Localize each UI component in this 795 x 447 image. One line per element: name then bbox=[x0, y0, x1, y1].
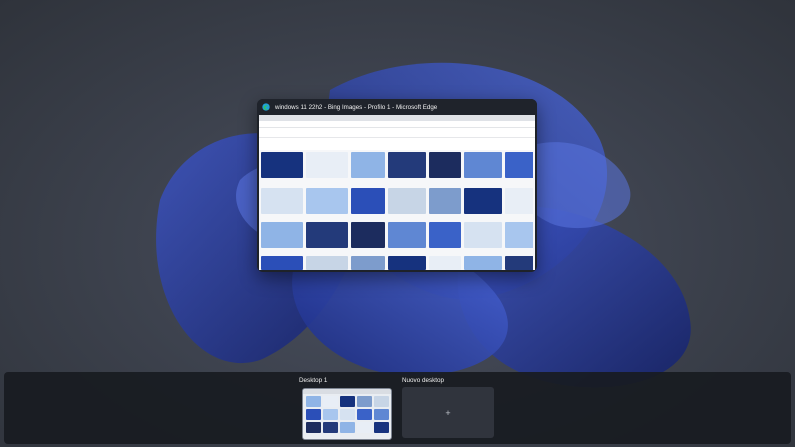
desktop-1-label: Desktop 1 bbox=[299, 377, 328, 384]
desktop-preview-thumbnail bbox=[323, 396, 338, 407]
desktop-preview-thumbnail bbox=[374, 422, 389, 433]
desktop-preview-thumbnail bbox=[357, 409, 372, 420]
desktop-preview-thumbnail bbox=[374, 396, 389, 407]
image-result-thumbnail bbox=[351, 152, 385, 178]
desktop-1-preview-content bbox=[306, 396, 389, 436]
image-result-thumbnail bbox=[261, 256, 303, 270]
image-result-thumbnail bbox=[388, 152, 426, 178]
window-title: windows 11 22h2 - Bing Images - Profilo … bbox=[275, 103, 438, 111]
desktop-preview-thumbnail bbox=[340, 396, 355, 407]
image-result-thumbnail bbox=[464, 222, 502, 248]
image-result-thumbnail bbox=[505, 222, 533, 248]
image-result-thumbnail bbox=[429, 188, 461, 214]
image-result-thumbnail bbox=[261, 188, 303, 214]
image-result-thumbnail bbox=[505, 152, 533, 178]
new-desktop-button[interactable]: + bbox=[402, 387, 494, 438]
window-titlebar: windows 11 22h2 - Bing Images - Profilo … bbox=[257, 99, 537, 115]
image-result-thumbnail bbox=[306, 256, 348, 270]
image-result-thumbnail bbox=[429, 256, 461, 270]
desktop-preview-thumbnail bbox=[306, 422, 321, 433]
browser-content-preview bbox=[259, 115, 535, 270]
image-result-thumbnail bbox=[464, 152, 502, 178]
image-results-grid bbox=[261, 152, 533, 270]
image-result-thumbnail bbox=[306, 152, 348, 178]
desktop-preview-thumbnail bbox=[357, 396, 372, 407]
image-result-thumbnail bbox=[261, 152, 303, 178]
task-view-desktops-panel bbox=[4, 372, 791, 444]
image-result-thumbnail bbox=[306, 222, 348, 248]
plus-icon: + bbox=[445, 407, 451, 418]
image-result-thumbnail bbox=[351, 256, 385, 270]
image-result-thumbnail bbox=[388, 222, 426, 248]
desktop-preview-thumbnail bbox=[306, 396, 321, 407]
browser-address-bar bbox=[259, 121, 535, 128]
bing-search-bar bbox=[259, 128, 535, 138]
desktop-1-preview-header bbox=[303, 389, 391, 394]
image-result-thumbnail bbox=[429, 152, 461, 178]
image-result-thumbnail bbox=[388, 188, 426, 214]
desktop-preview-thumbnail bbox=[323, 409, 338, 420]
new-desktop-label: Nuovo desktop bbox=[402, 377, 445, 384]
image-result-thumbnail bbox=[429, 222, 461, 248]
desktop-preview-thumbnail bbox=[306, 409, 321, 420]
desktop-1-thumbnail[interactable] bbox=[302, 388, 392, 440]
image-result-thumbnail bbox=[388, 256, 426, 270]
image-result-thumbnail bbox=[464, 256, 502, 270]
image-result-thumbnail bbox=[261, 222, 303, 248]
desktop-preview-thumbnail bbox=[340, 422, 355, 433]
desktop-preview-thumbnail bbox=[340, 409, 355, 420]
desktop-preview-thumbnail bbox=[323, 422, 338, 433]
image-result-thumbnail bbox=[351, 188, 385, 214]
desktop-preview-thumbnail bbox=[357, 422, 372, 433]
image-result-thumbnail bbox=[505, 256, 533, 270]
image-result-thumbnail bbox=[505, 188, 533, 214]
image-result-thumbnail bbox=[464, 188, 502, 214]
image-result-thumbnail bbox=[351, 222, 385, 248]
desktop-preview-thumbnail bbox=[374, 409, 389, 420]
related-searches-strip bbox=[259, 138, 535, 150]
window-thumbnail-edge[interactable]: windows 11 22h2 - Bing Images - Profilo … bbox=[257, 99, 537, 272]
image-result-thumbnail bbox=[306, 188, 348, 214]
edge-icon bbox=[262, 103, 270, 111]
